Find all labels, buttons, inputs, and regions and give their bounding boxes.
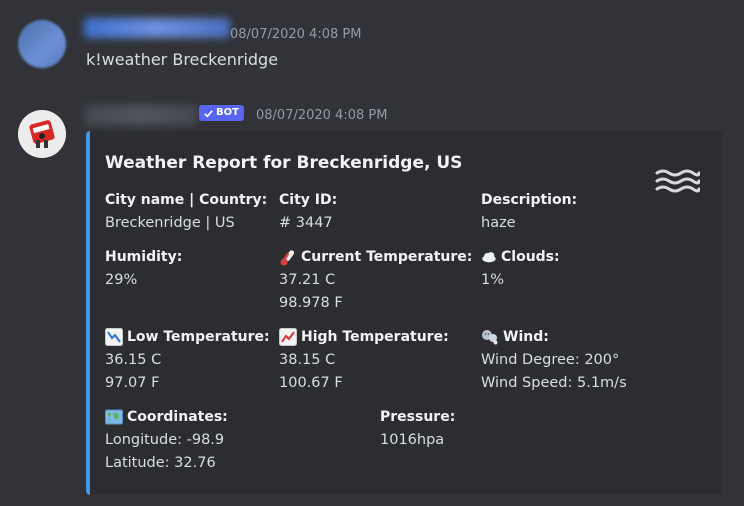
field-clouds: Clouds: 1% xyxy=(481,248,560,292)
field-pressure: Pressure: 1016hpa xyxy=(380,408,455,452)
field-low-temp-celsius: 36.15 C xyxy=(105,352,162,368)
field-pressure-name: Pressure: xyxy=(380,409,456,425)
field-high-temp-name: High Temperature: xyxy=(301,329,449,345)
field-coordinates-header: Coordinates: xyxy=(105,408,228,426)
wind-face-icon xyxy=(482,330,498,345)
field-low-temp-header: Low Temperature: xyxy=(105,328,270,346)
message-timestamp[interactable]: 08/07/2020 4:08 PM xyxy=(230,27,361,42)
field-city: City name | Country: Breckenridge | US xyxy=(105,191,267,235)
field-humidity-value: 29% xyxy=(105,272,138,288)
field-clouds-header: Clouds: xyxy=(481,248,560,266)
user-avatar[interactable] xyxy=(18,20,66,68)
field-city-value: Breckenridge | US xyxy=(105,215,235,231)
field-description-name: Description: xyxy=(481,192,578,208)
field-current-temp: Current Temperature: 37.21 C 98.978 F xyxy=(279,248,472,315)
embed-title: Weather Report for Breckenridge, US xyxy=(105,153,463,173)
field-high-temp: High Temperature: 38.15 C 100.67 F xyxy=(279,328,449,395)
field-city-id-name: City ID: xyxy=(279,192,338,208)
field-low-temp: Low Temperature: 36.15 C 97.07 F xyxy=(105,328,270,395)
field-coordinates: Coordinates: Longitude: -98.9 Latitude: … xyxy=(105,408,228,475)
chart-decreasing-icon xyxy=(105,328,123,346)
field-wind-values: Wind Degree: 200° Wind Speed: 5.1m/s xyxy=(481,349,627,395)
field-current-temp-celsius: 37.21 C xyxy=(279,272,336,288)
field-high-temp-values: 38.15 C 100.67 F xyxy=(279,349,449,395)
field-wind: Wind: Wind Degree: 200° Wind Speed: 5.1m… xyxy=(481,328,627,395)
field-description: Description: haze xyxy=(481,191,577,235)
field-wind-speed: Wind Speed: 5.1m/s xyxy=(481,375,627,391)
weather-embed: Weather Report for Breckenridge, US City… xyxy=(86,131,722,495)
message-content: k!weather Breckenridge xyxy=(86,50,279,69)
field-coordinates-latitude: Latitude: 32.76 xyxy=(105,455,216,471)
fog-waves-icon xyxy=(655,169,700,193)
field-current-temp-header: Current Temperature: xyxy=(279,248,472,266)
bot-message-timestamp[interactable]: 08/07/2020 4:08 PM xyxy=(256,108,387,123)
field-description-value: haze xyxy=(481,215,516,231)
field-humidity-name: Humidity: xyxy=(105,249,183,265)
bot-tag: BOT xyxy=(199,105,244,121)
cloud-icon xyxy=(482,252,496,263)
field-high-temp-celsius: 38.15 C xyxy=(279,352,336,368)
bot-logo-icon xyxy=(18,110,66,158)
bot-tag-label: BOT xyxy=(216,107,239,118)
field-city-id: City ID: # 3447 xyxy=(279,191,337,235)
username-redacted[interactable] xyxy=(84,18,230,38)
field-coordinates-longitude: Longitude: -98.9 xyxy=(105,432,225,448)
field-high-temp-fahrenheit: 100.67 F xyxy=(279,375,343,391)
field-current-temp-fahrenheit: 98.978 F xyxy=(279,295,343,311)
field-low-temp-name: Low Temperature: xyxy=(127,329,270,345)
verified-check-icon xyxy=(204,109,213,117)
field-low-temp-fahrenheit: 97.07 F xyxy=(105,375,160,391)
field-low-temp-values: 36.15 C 97.07 F xyxy=(105,349,270,395)
field-pressure-value: 1016hpa xyxy=(380,432,445,448)
field-high-temp-header: High Temperature: xyxy=(279,328,449,346)
field-coordinates-values: Longitude: -98.9 Latitude: 32.76 xyxy=(105,429,228,475)
field-clouds-name: Clouds: xyxy=(501,249,560,265)
bot-avatar[interactable] xyxy=(18,110,66,158)
field-wind-degree: Wind Degree: 200° xyxy=(481,352,620,368)
world-map-icon xyxy=(105,409,123,425)
field-humidity: Humidity: 29% xyxy=(105,248,182,292)
field-city-id-value: # 3447 xyxy=(279,215,333,231)
field-city-name: City name | Country: xyxy=(105,192,268,208)
chart-increasing-icon xyxy=(279,328,297,346)
field-wind-name: Wind: xyxy=(503,329,549,345)
field-clouds-value: 1% xyxy=(481,272,505,288)
field-current-temp-name: Current Temperature: xyxy=(301,249,473,265)
field-wind-header: Wind: xyxy=(481,328,627,346)
bot-username-redacted[interactable] xyxy=(84,105,198,125)
field-coordinates-name: Coordinates: xyxy=(127,409,228,425)
thermometer-icon xyxy=(280,250,295,266)
field-current-temp-values: 37.21 C 98.978 F xyxy=(279,269,472,315)
user-message: 08/07/2020 4:08 PM k!weather Breckenridg… xyxy=(0,0,744,95)
